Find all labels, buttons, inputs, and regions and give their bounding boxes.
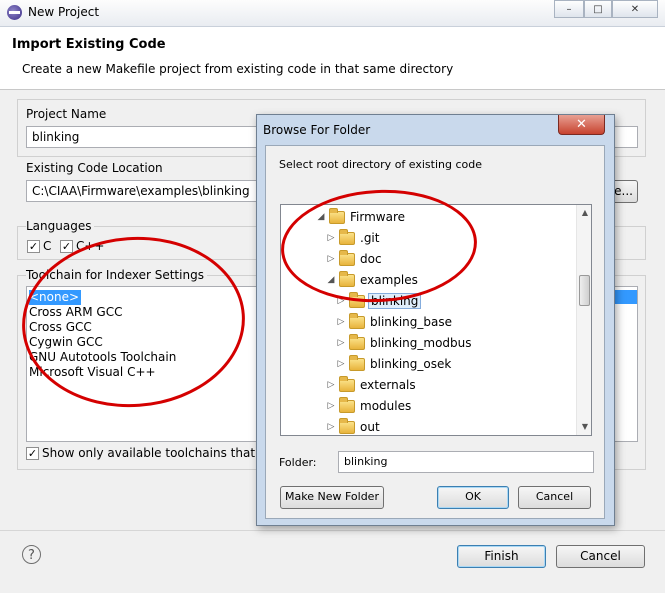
expanded-arrow-icon[interactable]: ◢	[317, 212, 325, 222]
cpp-checkbox[interactable]: ✓	[60, 240, 73, 253]
collapsed-arrow-icon[interactable]: ▷	[327, 401, 335, 411]
folder-icon	[339, 418, 355, 434]
browse-folder-dialog: Browse For Folder ✕ Select root director…	[256, 114, 615, 526]
folder-icon	[349, 292, 365, 308]
folder-icon	[349, 355, 365, 371]
folder-icon	[339, 397, 355, 413]
tree-node-label: blinking	[368, 293, 422, 309]
languages-label: Languages	[26, 219, 95, 233]
make-new-folder-button[interactable]: Make New Folder	[280, 486, 384, 509]
collapsed-arrow-icon[interactable]: ▷	[327, 254, 335, 264]
tree-node-firmware[interactable]: ◢ Firmware	[281, 208, 576, 229]
scrollbar-thumb[interactable]	[579, 275, 590, 306]
tree-node-label: modules	[360, 399, 412, 413]
finish-button[interactable]: Finish	[457, 545, 546, 568]
collapsed-arrow-icon[interactable]: ▷	[327, 380, 335, 390]
tree-node-externals[interactable]: ▷ externals	[281, 376, 576, 397]
toolchain-item[interactable]: Microsoft Visual C++	[29, 365, 156, 380]
tree-node-label: blinking_base	[370, 315, 453, 329]
show-only-available-checkbox[interactable]: ✓	[26, 447, 39, 460]
tree-node-label: externals	[360, 378, 416, 392]
folder-tree[interactable]: ◢ Firmware ▷ .git ▷ doc ◢ examples ▷ bli…	[280, 204, 592, 436]
folder-icon	[339, 271, 355, 287]
project-name-label: Project Name	[26, 107, 107, 121]
minimize-button[interactable]: –	[554, 0, 584, 18]
tree-node-label: blinking_modbus	[370, 336, 472, 350]
dialog-body: Select root directory of existing code ◢…	[265, 145, 605, 519]
tree-node-git[interactable]: ▷ .git	[281, 229, 576, 250]
tree-node-examples[interactable]: ◢ examples	[281, 271, 576, 292]
folder-icon	[339, 376, 355, 392]
folder-input[interactable]: blinking	[338, 451, 594, 473]
folder-icon	[349, 313, 365, 329]
scroll-down-icon[interactable]: ▼	[577, 419, 591, 435]
dialog-close-button[interactable]: ✕	[558, 115, 605, 135]
scroll-up-icon[interactable]: ▲	[577, 205, 591, 221]
tree-node-blinking-selected[interactable]: ▷ blinking	[281, 292, 576, 313]
tree-node-label: blinking_osek	[370, 357, 452, 371]
collapsed-arrow-icon[interactable]: ▷	[327, 233, 335, 243]
tree-node-label: examples	[360, 273, 418, 287]
tree-node-label: .git	[360, 231, 380, 245]
code-location-label: Existing Code Location	[26, 161, 163, 175]
toolchain-item[interactable]: Cygwin GCC	[29, 335, 103, 350]
toolchain-label: Toolchain for Indexer Settings	[26, 268, 207, 282]
tree-node-blinking-base[interactable]: ▷ blinking_base	[281, 313, 576, 334]
dialog-description: Select root directory of existing code	[279, 158, 483, 171]
expanded-arrow-icon[interactable]: ◢	[327, 275, 335, 285]
tree-node-out[interactable]: ▷ out	[281, 418, 576, 435]
show-only-available-label: Show only available toolchains that supp	[42, 446, 288, 460]
maximize-button[interactable]: □	[584, 0, 612, 18]
collapsed-arrow-icon[interactable]: ▷	[337, 296, 345, 306]
wizard-title: Import Existing Code	[12, 37, 166, 52]
eclipse-logo-icon	[7, 5, 22, 20]
toolchain-item[interactable]: Cross GCC	[29, 320, 92, 335]
c-checkbox[interactable]: ✓	[27, 240, 40, 253]
tree-node-blinking-osek[interactable]: ▷ blinking_osek	[281, 355, 576, 376]
folder-icon	[329, 208, 345, 224]
collapsed-arrow-icon[interactable]: ▷	[337, 359, 345, 369]
cpp-checkbox-label: C++	[76, 239, 105, 253]
window-title: New Project	[28, 5, 100, 19]
collapsed-arrow-icon[interactable]: ▷	[337, 338, 345, 348]
footer-divider	[0, 530, 665, 531]
toolchain-item-none[interactable]: <none>	[29, 290, 82, 305]
tree-node-label: out	[360, 420, 380, 434]
tree-node-label: Firmware	[350, 210, 405, 224]
tree-node-blinking-modbus[interactable]: ▷ blinking_modbus	[281, 334, 576, 355]
wizard-banner: Import Existing Code Create a new Makefi…	[0, 27, 665, 90]
folder-label: Folder:	[279, 456, 317, 469]
close-button[interactable]: ✕	[612, 0, 658, 18]
dialog-cancel-button[interactable]: Cancel	[518, 486, 591, 509]
c-checkbox-label: C	[43, 239, 52, 253]
help-icon[interactable]: ?	[22, 545, 41, 564]
toolchain-item[interactable]: Cross ARM GCC	[29, 305, 122, 320]
dialog-title: Browse For Folder	[263, 123, 371, 137]
tree-node-label: doc	[360, 252, 382, 266]
wizard-description: Create a new Makefile project from exist…	[22, 62, 454, 76]
ok-button[interactable]: OK	[437, 486, 509, 509]
tree-vertical-scrollbar[interactable]: ▲ ▼	[576, 205, 591, 435]
folder-icon	[349, 334, 365, 350]
cancel-button[interactable]: Cancel	[556, 545, 645, 568]
collapsed-arrow-icon[interactable]: ▷	[337, 317, 345, 327]
title-bar[interactable]: New Project – □ ✕	[0, 0, 665, 27]
tree-node-modules[interactable]: ▷ modules	[281, 397, 576, 418]
folder-icon	[339, 250, 355, 266]
folder-icon	[339, 229, 355, 245]
collapsed-arrow-icon[interactable]: ▷	[327, 422, 335, 432]
tree-node-doc[interactable]: ▷ doc	[281, 250, 576, 271]
toolchain-item[interactable]: GNU Autotools Toolchain	[29, 350, 176, 365]
